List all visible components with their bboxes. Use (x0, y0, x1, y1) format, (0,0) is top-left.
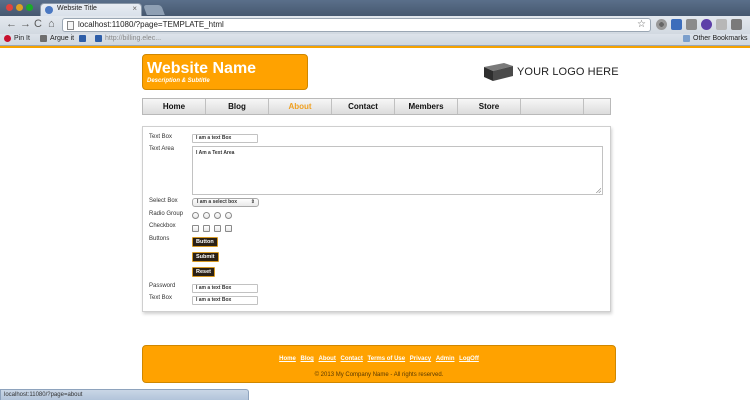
buttons-label: Buttons (149, 236, 170, 242)
close-window-button[interactable] (6, 4, 13, 11)
submit-button[interactable]: Submit (192, 252, 219, 262)
password-input[interactable]: I am a text Box (192, 284, 258, 293)
forward-arrow-icon[interactable]: → (20, 18, 31, 31)
url-text[interactable]: localhost:11080/?page=TEMPLATE_html (78, 20, 224, 29)
checkbox-4[interactable] (225, 225, 232, 232)
button-button[interactable]: Button (192, 237, 218, 247)
site-logo[interactable]: YOUR LOGO HERE (482, 60, 619, 84)
bookmark-item[interactable] (79, 35, 86, 42)
text-input-2[interactable]: I am a text Box (192, 296, 258, 305)
status-bar-url: localhost:11080/?page=about (0, 389, 249, 400)
nav-item-about[interactable]: About (269, 99, 332, 114)
footer-link-about[interactable]: About (319, 356, 336, 362)
pin-icon (4, 35, 11, 42)
bookmarks-bar: Pin It Argue it http://billing.elec... O… (0, 34, 750, 46)
select-box[interactable]: I am a select box ⇕ (192, 198, 259, 207)
footer-link-contact[interactable]: Contact (341, 356, 363, 362)
extension-icon[interactable] (716, 19, 727, 30)
password-label: Password (149, 283, 176, 289)
settings-gear-icon[interactable] (656, 19, 667, 30)
footer-link-blog[interactable]: Blog (301, 356, 314, 362)
select-arrows-icon: ⇕ (250, 199, 255, 205)
site-footer: Home Blog About Contact Terms of Use Pri… (142, 345, 616, 383)
nav-item-home[interactable]: Home (143, 99, 206, 114)
close-tab-icon[interactable]: × (132, 4, 137, 13)
bookmark-item[interactable]: http://billing.elec... (95, 35, 161, 42)
footer-link-terms[interactable]: Terms of Use (368, 356, 406, 362)
select-value: I am a select box (197, 199, 238, 205)
select-label: Select Box (149, 198, 178, 204)
text-input[interactable]: I am a text Box (192, 134, 258, 143)
site-header-box[interactable]: Website Name Description & Subtitle (142, 54, 308, 90)
tab-title: Website Title (57, 5, 97, 12)
radio-option-1[interactable] (192, 212, 199, 219)
page-icon (67, 21, 74, 30)
back-arrow-icon[interactable]: ← (6, 18, 17, 31)
browser-titlebar: Website Title × (0, 0, 750, 16)
copyright-text: © 2013 My Company Name - All rights rese… (314, 372, 444, 378)
footer-link-logoff[interactable]: LogOff (459, 356, 479, 362)
bookmark-item[interactable]: Argue it (40, 35, 74, 42)
footer-links: Home Blog About Contact Terms of Use Pri… (143, 356, 615, 362)
footer-link-admin[interactable]: Admin (436, 356, 455, 362)
resize-grip-icon[interactable] (596, 188, 601, 193)
radio-option-2[interactable] (203, 212, 210, 219)
browser-tab[interactable]: Website Title × (40, 3, 142, 16)
reload-icon[interactable]: C (34, 18, 42, 31)
address-bar[interactable]: localhost:11080/?page=TEMPLATE_html ☆ (62, 18, 651, 32)
checkbox-3[interactable] (214, 225, 221, 232)
logo-box-icon (484, 63, 513, 81)
site-name: Website Name (147, 60, 257, 77)
form-panel: Text Box I am a text Box Text Area I Am … (142, 126, 611, 312)
main-nav: Home Blog About Contact Members Store (142, 98, 611, 115)
textbox-label: Text Box (149, 134, 173, 140)
footer-link-home[interactable]: Home (279, 356, 296, 362)
minimize-window-button[interactable] (16, 4, 23, 11)
zoom-window-button[interactable] (26, 4, 33, 11)
logo-text: YOUR LOGO HERE (517, 66, 619, 78)
checkbox-1[interactable] (192, 225, 199, 232)
bookmark-item[interactable]: Pin It (4, 35, 30, 42)
globe-icon (45, 6, 53, 14)
accent-strip (0, 46, 750, 48)
extension-icon[interactable] (686, 19, 697, 30)
bookmark-star-icon[interactable]: ☆ (637, 19, 646, 30)
extension-icon[interactable] (671, 19, 682, 30)
nav-item-store[interactable]: Store (458, 99, 521, 114)
w-icon (79, 35, 86, 42)
folder-icon (683, 35, 690, 42)
nav-item-contact[interactable]: Contact (332, 99, 395, 114)
bookmark-icon (40, 35, 47, 42)
textarea-value: I Am a Text Area (196, 150, 235, 156)
extension-icon[interactable] (701, 19, 712, 30)
radio-group-label: Radio Group (149, 211, 184, 217)
w-icon (95, 35, 102, 42)
reset-button[interactable]: Reset (192, 267, 215, 277)
nav-item-blog[interactable]: Blog (206, 99, 269, 114)
checkbox-label: Checkbox (149, 223, 176, 229)
new-tab-button[interactable] (143, 5, 165, 15)
nav-item-members[interactable]: Members (395, 99, 458, 114)
footer-link-privacy[interactable]: Privacy (410, 356, 431, 362)
radio-option-4[interactable] (225, 212, 232, 219)
text-area[interactable]: I Am a Text Area (192, 146, 603, 195)
nav-item-empty (521, 99, 584, 114)
radio-option-3[interactable] (214, 212, 221, 219)
site-description: Description & Subtitle (147, 78, 210, 84)
textarea-label: Text Area (149, 146, 175, 152)
checkbox-2[interactable] (203, 225, 210, 232)
other-bookmarks[interactable]: Other Bookmarks (683, 35, 747, 42)
browser-toolbar: ← → C ⌂ localhost:11080/?page=TEMPLATE_h… (0, 16, 750, 34)
textbox2-label: Text Box (149, 295, 173, 301)
wrench-icon[interactable] (731, 19, 742, 30)
home-icon[interactable]: ⌂ (48, 18, 55, 31)
